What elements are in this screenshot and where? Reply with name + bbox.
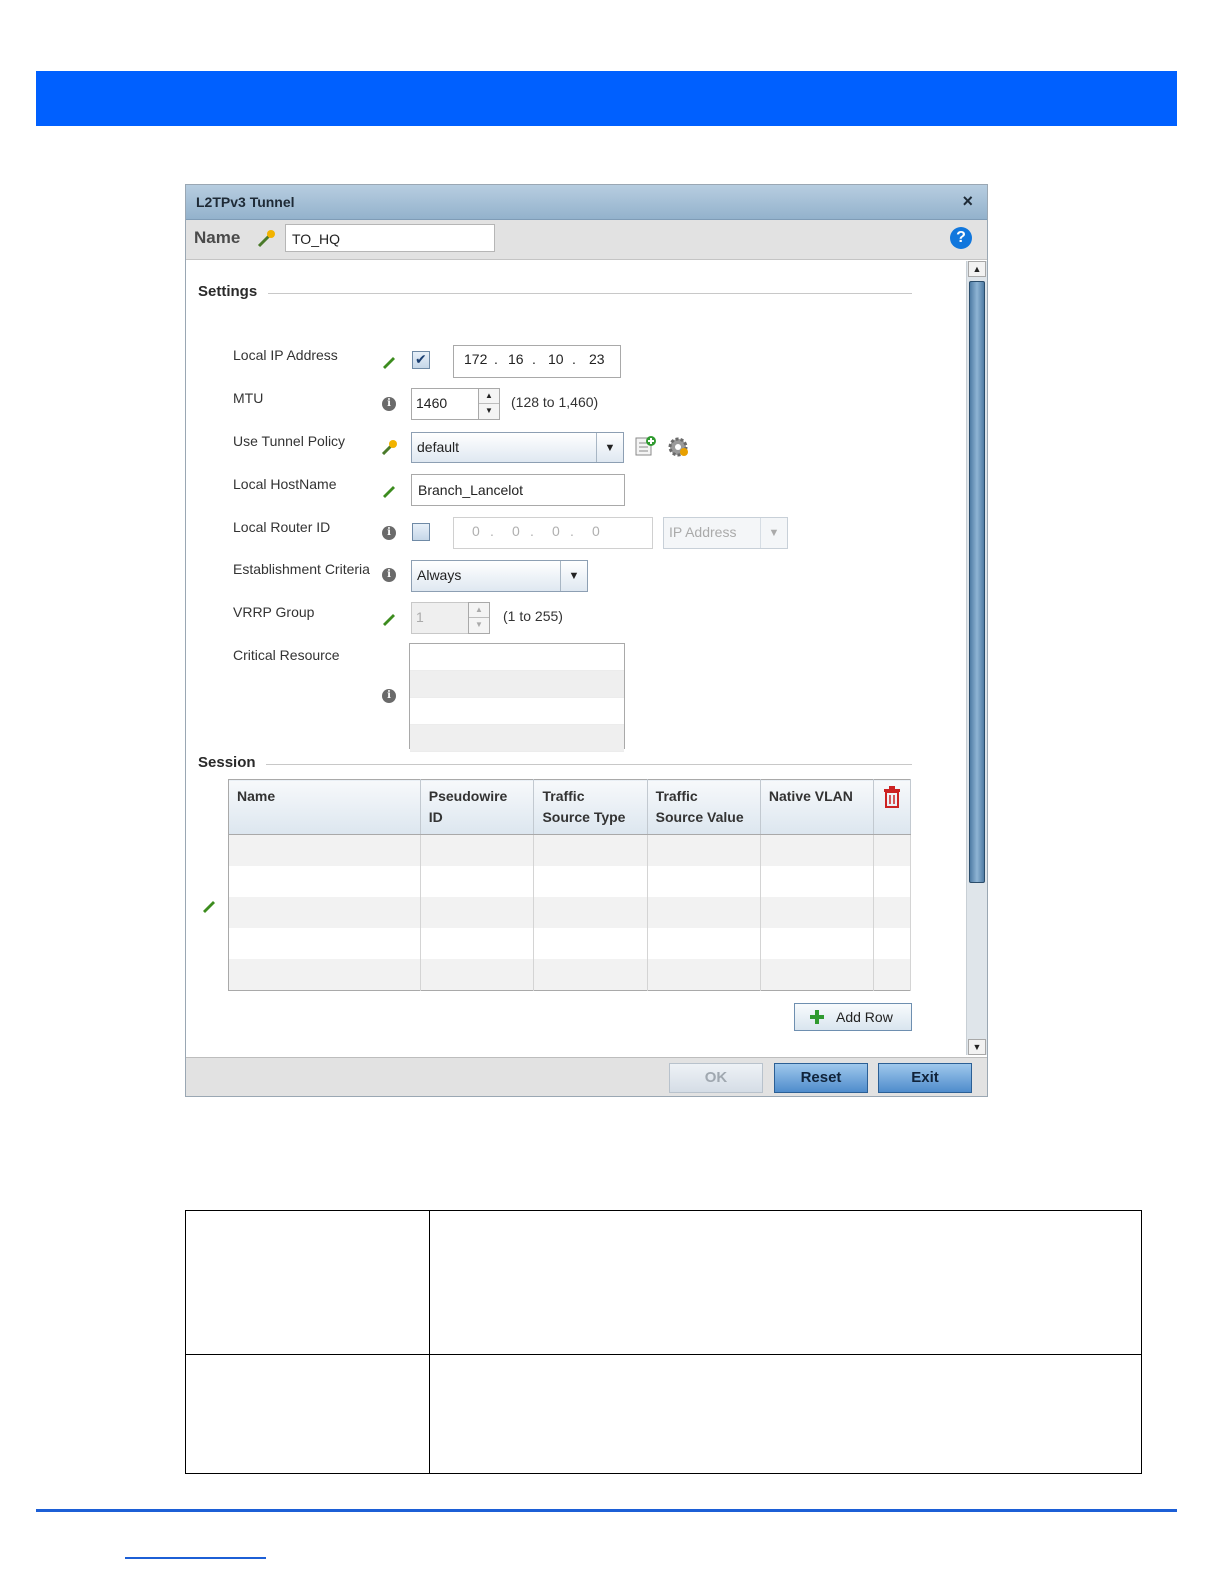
scroll-down-icon[interactable]: ▼ <box>968 1039 986 1055</box>
required-wand-icon <box>257 230 275 248</box>
establishment-criteria-select[interactable]: Always ▼ <box>411 560 588 592</box>
table-row <box>185 1354 1142 1474</box>
local-ip-input[interactable]: 172 . 16 . 10 . 23 <box>453 345 621 378</box>
list-item[interactable] <box>410 644 624 671</box>
table-row[interactable] <box>228 866 912 897</box>
ip-octet-1: 0 <box>472 523 480 539</box>
settings-divider <box>268 293 912 294</box>
scroll-up-icon[interactable]: ▲ <box>968 261 986 277</box>
list-item[interactable] <box>410 671 624 698</box>
add-row-label: Add Row <box>836 1009 893 1025</box>
edit-pencil-icon <box>203 901 215 913</box>
mtu-label: MTU <box>233 390 264 406</box>
list-item[interactable] <box>410 725 624 752</box>
name-bar: Name TO_HQ ? <box>186 220 987 260</box>
table-row[interactable] <box>228 959 912 991</box>
plus-icon <box>810 1010 824 1024</box>
info-icon: i <box>382 526 396 540</box>
local-router-id-checkbox[interactable] <box>412 523 430 541</box>
local-router-id-input[interactable]: 0 . 0 . 0 . 0 <box>453 517 653 549</box>
column-header-pseudowire-id[interactable]: Pseudowire ID <box>420 779 535 835</box>
vertical-scrollbar[interactable]: ▲ ▼ <box>966 261 987 1055</box>
ip-octet-3: 0 <box>552 523 560 539</box>
l2tpv3-tunnel-dialog: L2TPv3 Tunnel × Name TO_HQ ? ▲ ▼ Setting… <box>185 184 988 1097</box>
tunnel-policy-value: default <box>417 439 460 455</box>
create-policy-icon[interactable] <box>635 435 657 457</box>
table-row <box>185 1210 1142 1355</box>
vrrp-range-hint: (1 to 255) <box>503 608 563 624</box>
dialog-footer: OK Reset Exit <box>186 1057 987 1096</box>
ip-octet-2: 0 <box>512 523 520 539</box>
settings-heading: Settings <box>198 283 258 300</box>
add-row-button[interactable]: Add Row <box>794 1003 912 1031</box>
list-item[interactable] <box>410 698 624 725</box>
ip-octet-2: 16 <box>508 351 524 367</box>
column-header-native-vlan[interactable]: Native VLAN <box>760 779 874 835</box>
edit-pencil-icon <box>383 486 395 498</box>
vrrp-group-label: VRRP Group <box>233 604 315 620</box>
table-row[interactable] <box>228 928 912 959</box>
mtu-input[interactable]: 1460 <box>411 388 479 420</box>
info-icon: i <box>382 689 396 703</box>
chevron-down-icon: ▼ <box>560 561 587 591</box>
ip-octet-4: 0 <box>592 523 600 539</box>
footer-link-underline <box>125 1557 266 1559</box>
mtu-stepper[interactable]: ▲ ▼ <box>478 388 500 420</box>
reset-button[interactable]: Reset <box>774 1063 868 1093</box>
session-table: Name Pseudowire ID Traffic Source Type Tra… <box>228 779 912 991</box>
local-ip-checkbox[interactable] <box>412 351 430 369</box>
ip-octet-1: 172 <box>464 351 488 367</box>
delete-column-header <box>873 779 912 835</box>
router-id-type-value: IP Address <box>669 524 737 540</box>
ip-octet-4: 23 <box>589 351 605 367</box>
session-heading: Session <box>198 754 256 771</box>
local-router-id-label: Local Router ID <box>233 519 331 535</box>
local-hostname-input[interactable]: Branch_Lancelot <box>411 474 625 506</box>
critical-resource-list[interactable] <box>409 643 625 752</box>
table-row[interactable] <box>228 834 912 866</box>
dialog-title: L2TPv3 Tunnel <box>196 194 295 210</box>
page-header-banner <box>36 71 1177 126</box>
critical-resource-label: Critical Resource <box>233 647 340 663</box>
table-header-row: Name Pseudowire ID Traffic Source Type Tra… <box>228 779 912 835</box>
local-hostname-label: Local HostName <box>233 476 337 492</box>
info-icon: i <box>382 397 396 411</box>
exit-button[interactable]: Exit <box>878 1063 972 1093</box>
dialog-titlebar: L2TPv3 Tunnel × <box>186 185 987 220</box>
ok-button[interactable]: OK <box>669 1063 763 1093</box>
vrrp-group-stepper[interactable]: ▲ ▼ <box>468 602 490 634</box>
required-wand-icon <box>381 440 397 455</box>
ip-octet-3: 10 <box>548 351 564 367</box>
column-header-traffic-source-value[interactable]: Traffic Source Value <box>647 779 761 835</box>
name-label: Name <box>194 228 241 247</box>
footer-rule <box>36 1509 1177 1512</box>
vrrp-group-input[interactable]: 1 <box>411 602 469 634</box>
edit-pencil-icon <box>383 614 395 626</box>
help-icon[interactable]: ? <box>950 227 972 249</box>
router-id-type-select[interactable]: IP Address ▼ <box>663 517 788 549</box>
establishment-criteria-label: Establishment Criteria <box>233 561 370 577</box>
tunnel-name-input[interactable]: TO_HQ <box>285 224 495 252</box>
close-icon[interactable]: × <box>962 191 973 212</box>
table-row[interactable] <box>228 897 912 928</box>
tunnel-policy-label: Use Tunnel Policy <box>233 433 346 449</box>
description-table <box>185 1210 1142 1474</box>
chevron-down-icon: ▼ <box>760 518 787 548</box>
mtu-range-hint: (128 to 1,460) <box>511 394 599 410</box>
gear-icon[interactable] <box>666 435 690 459</box>
scrollbar-thumb[interactable] <box>969 281 985 883</box>
session-divider <box>266 764 912 765</box>
trash-icon[interactable] <box>882 786 902 808</box>
column-header-name[interactable]: Name <box>228 779 421 835</box>
column-header-traffic-source-type[interactable]: Traffic Source Type <box>533 779 648 835</box>
edit-pencil-icon <box>383 357 395 369</box>
info-icon: i <box>382 568 396 582</box>
local-ip-label: Local IP Address <box>233 347 338 363</box>
tunnel-policy-select[interactable]: default ▼ <box>411 432 624 463</box>
establishment-criteria-value: Always <box>417 567 462 583</box>
chevron-down-icon: ▼ <box>596 433 623 462</box>
